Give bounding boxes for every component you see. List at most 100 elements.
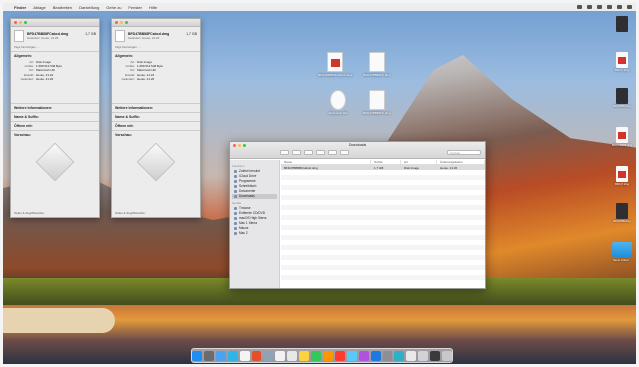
volume-icon[interactable] bbox=[587, 5, 592, 9]
dock-app-icon[interactable] bbox=[418, 350, 429, 361]
back-icon[interactable] bbox=[280, 150, 289, 155]
menu-gehe-zu[interactable]: Gehe zu bbox=[106, 5, 121, 10]
desktop-icon-dmg[interactable]: BFD47BB88FC.dmg bbox=[360, 90, 394, 116]
table-row[interactable]: BFD47BB88FCabcd.dmg 1,7 GB Disk Image He… bbox=[281, 165, 485, 170]
menu-bar: Finder Ablage Bearbeiten Darstellung Geh… bbox=[3, 3, 636, 11]
desktop-icon-doc[interactable]: BFD47BB.dmg bbox=[610, 203, 634, 223]
desktop-icon-doc[interactable]: BFD47BB.dmg bbox=[610, 88, 634, 108]
dock-app-icon[interactable] bbox=[394, 350, 405, 361]
section-name-suffix[interactable]: Name & Suffix: bbox=[11, 112, 99, 121]
desktop-icon-dmg[interactable]: BFD47BB88FC.dmg bbox=[360, 52, 394, 78]
file-icon bbox=[115, 30, 125, 42]
sidebar-item-device[interactable]: Mac 2 bbox=[232, 231, 277, 236]
wallpaper-shore bbox=[3, 308, 115, 333]
dock-app-icon[interactable] bbox=[251, 350, 262, 361]
info-modified: Geändert: Heute, 21:26 bbox=[128, 36, 160, 40]
dock-app-icon[interactable] bbox=[334, 350, 345, 361]
info-modified: Geändert: Heute, 21:26 bbox=[27, 36, 59, 40]
doc-icon bbox=[369, 52, 385, 72]
download-icon bbox=[234, 195, 237, 198]
section-sharing[interactable]: Teilen & Zugriffsrechte: bbox=[115, 211, 146, 215]
share-icon[interactable] bbox=[328, 150, 337, 155]
section-sharing[interactable]: Teilen & Zugriffsrechte: bbox=[14, 211, 45, 215]
view-icon[interactable] bbox=[292, 150, 301, 155]
close-icon[interactable] bbox=[14, 21, 17, 24]
dock-app-icon[interactable] bbox=[323, 350, 333, 361]
search-input[interactable]: Suchen bbox=[447, 150, 481, 155]
section-open-with[interactable]: Öffnen mit: bbox=[112, 121, 200, 130]
pdf-doc-icon bbox=[616, 127, 628, 143]
column-date[interactable]: Änderungsdatum bbox=[437, 160, 485, 164]
menu-finder[interactable]: Finder bbox=[14, 5, 26, 10]
dock-app-icon[interactable] bbox=[346, 350, 357, 361]
column-kind[interactable]: Art bbox=[401, 160, 437, 164]
dock-app-icon[interactable] bbox=[442, 350, 452, 361]
menu-darstellung[interactable]: Darstellung bbox=[79, 5, 99, 10]
section-general[interactable]: Allgemein: bbox=[11, 51, 99, 60]
finder-sidebar: Favoriten Zuletzt benutzt iCloud Drive P… bbox=[230, 160, 280, 288]
dock-app-icon[interactable] bbox=[203, 350, 214, 361]
section-open-with[interactable]: Öffnen mit: bbox=[11, 121, 99, 130]
section-more-info[interactable]: Weitere Informationen: bbox=[112, 103, 200, 112]
pdf-doc-icon bbox=[327, 52, 343, 72]
drive-icon bbox=[330, 90, 346, 110]
finder-title: Downloads bbox=[348, 143, 367, 147]
sidebar-item-downloads[interactable]: Downloads bbox=[232, 194, 277, 199]
dock-app-icon[interactable] bbox=[192, 350, 202, 361]
dock-app-icon[interactable] bbox=[358, 350, 369, 361]
clock-icon[interactable] bbox=[607, 5, 612, 9]
zoom-icon[interactable] bbox=[24, 21, 27, 24]
section-more-info[interactable]: Weitere Informationen: bbox=[11, 103, 99, 112]
desktop-icon-dmg[interactable]: BFD47BB88FCabcd.dmg bbox=[318, 52, 352, 78]
dock-app-icon[interactable] bbox=[370, 350, 381, 361]
menu-fenster[interactable]: Fenster bbox=[128, 5, 142, 10]
cloud-icon bbox=[234, 175, 237, 178]
info-titlebar bbox=[11, 19, 99, 27]
battery-icon[interactable] bbox=[597, 5, 602, 9]
desktop-icon-doc[interactable] bbox=[610, 16, 634, 33]
section-preview[interactable]: Vorschau: bbox=[11, 130, 99, 139]
file-rows: BFD47BB88FCabcd.dmg 1,7 GB Disk Image He… bbox=[281, 165, 485, 285]
desktop-icon-pdf[interactable]: BFD47.dmg bbox=[610, 166, 634, 186]
dock-app-icon[interactable] bbox=[227, 350, 238, 361]
minimize-icon[interactable] bbox=[19, 21, 22, 24]
empty-row bbox=[281, 280, 485, 285]
dock-app-icon[interactable] bbox=[430, 350, 441, 361]
menu-ablage[interactable]: Ablage bbox=[33, 5, 45, 10]
column-size[interactable]: Größe bbox=[371, 160, 401, 164]
section-preview[interactable]: Vorschau: bbox=[112, 130, 200, 139]
desktop-icon-drive[interactable]: Macintosh HD bbox=[321, 90, 355, 116]
doc-icon bbox=[616, 88, 628, 104]
dock-app-icon[interactable] bbox=[275, 350, 286, 361]
dock-app-icon[interactable] bbox=[311, 350, 321, 361]
spotlight-icon[interactable] bbox=[617, 5, 622, 9]
dock-app-icon[interactable] bbox=[263, 350, 274, 361]
desktop-icon-pdf[interactable]: BFD47.dmg bbox=[610, 52, 634, 72]
dock-app-icon[interactable] bbox=[406, 350, 417, 361]
notification-icon[interactable] bbox=[627, 5, 632, 9]
dock-app-icon[interactable] bbox=[382, 350, 393, 361]
folder-icon[interactable] bbox=[612, 242, 632, 257]
dock-app-icon[interactable] bbox=[287, 350, 298, 361]
minimize-icon[interactable] bbox=[120, 21, 123, 24]
column-name[interactable]: Name bbox=[281, 160, 371, 164]
arrange-icon[interactable] bbox=[304, 150, 313, 155]
close-icon[interactable] bbox=[115, 21, 118, 24]
info-size: 1,7 GB bbox=[85, 32, 96, 36]
dock-app-icon[interactable] bbox=[299, 350, 310, 361]
dock-app-icon[interactable] bbox=[239, 350, 250, 361]
apps-icon bbox=[234, 180, 237, 183]
zoom-icon[interactable] bbox=[125, 21, 128, 24]
section-name-suffix[interactable]: Name & Suffix: bbox=[112, 112, 200, 121]
menu-bearbeiten[interactable]: Bearbeiten bbox=[53, 5, 72, 10]
menu-hilfe[interactable]: Hilfe bbox=[149, 5, 157, 10]
info-titlebar bbox=[112, 19, 200, 27]
section-general[interactable]: Allgemein: bbox=[112, 51, 200, 60]
computer-icon bbox=[234, 207, 237, 210]
tag-icon[interactable] bbox=[340, 150, 349, 155]
dock-app-icon[interactable] bbox=[215, 350, 226, 361]
sidebar-header-favorites: Favoriten bbox=[232, 164, 245, 168]
desktop-icon-pdf[interactable]: BFD47BB88.dmg bbox=[610, 127, 634, 147]
action-icon[interactable] bbox=[316, 150, 325, 155]
wifi-icon[interactable] bbox=[577, 5, 582, 9]
